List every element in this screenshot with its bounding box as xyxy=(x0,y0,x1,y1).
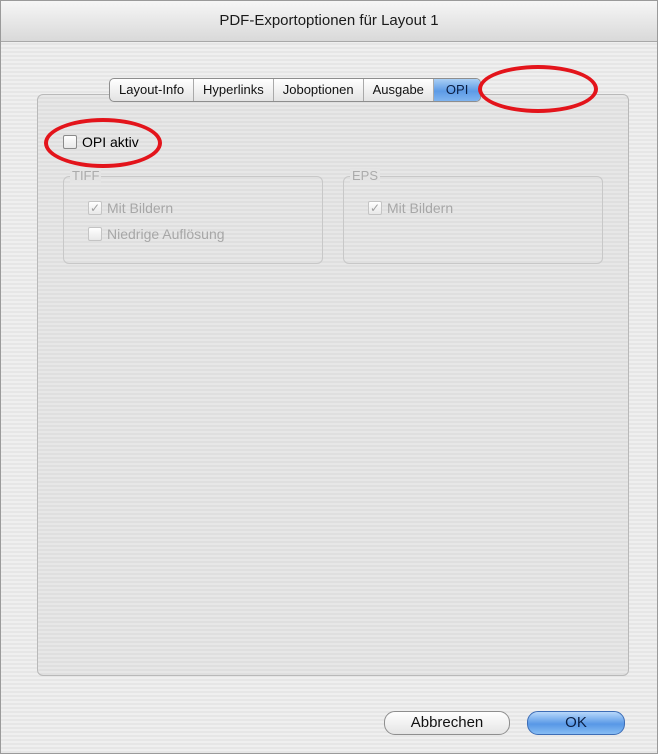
tab-ausgabe[interactable]: Ausgabe xyxy=(364,79,434,101)
tiff-mit-bildern-checkbox[interactable]: ✓ xyxy=(88,201,102,215)
dialog-window: PDF-Exportoptionen für Layout 1 OPI akti… xyxy=(0,0,658,754)
tab-opi[interactable]: OPI xyxy=(433,79,481,101)
tiff-group-title: TIFF xyxy=(70,168,102,183)
tab-hyperlinks[interactable]: Hyperlinks xyxy=(194,79,274,101)
tiff-mit-bildern-label: Mit Bildern xyxy=(107,200,174,216)
tiff-group: TIFF ✓ Mit Bildern Niedrige Auflösung xyxy=(63,168,323,264)
tab-panel: OPI aktiv TIFF ✓ Mit Bildern Niedrige Au… xyxy=(37,94,629,676)
opi-aktiv-option[interactable]: OPI aktiv xyxy=(63,134,139,150)
tab-joboptionen[interactable]: Joboptionen xyxy=(274,79,364,101)
eps-mit-bildern-checkbox[interactable]: ✓ xyxy=(368,201,382,215)
checkmark-icon: ✓ xyxy=(369,201,381,215)
tab-bar: Layout-Info Hyperlinks Joboptionen Ausga… xyxy=(109,78,482,102)
eps-mit-bildern-option[interactable]: ✓ Mit Bildern xyxy=(368,200,453,216)
tiff-niedrige-aufloesung-option[interactable]: Niedrige Auflösung xyxy=(88,226,225,242)
tiff-niedrige-aufloesung-checkbox[interactable] xyxy=(88,227,102,241)
ok-button[interactable]: OK xyxy=(527,711,625,735)
tiff-mit-bildern-option[interactable]: ✓ Mit Bildern xyxy=(88,200,173,216)
eps-group: EPS ✓ Mit Bildern xyxy=(343,168,603,264)
eps-group-title: EPS xyxy=(350,168,381,183)
tiff-niedrige-aufloesung-label: Niedrige Auflösung xyxy=(107,226,225,242)
window-title: PDF-Exportoptionen für Layout 1 xyxy=(219,12,439,29)
checkmark-icon: ✓ xyxy=(89,201,101,215)
title-bar: PDF-Exportoptionen für Layout 1 xyxy=(1,1,657,42)
cancel-button[interactable]: Abbrechen xyxy=(384,711,510,735)
tab-layout-info[interactable]: Layout-Info xyxy=(110,79,195,101)
opi-aktiv-checkbox[interactable] xyxy=(63,135,77,149)
opi-aktiv-label: OPI aktiv xyxy=(82,134,139,150)
eps-mit-bildern-label: Mit Bildern xyxy=(387,200,454,216)
